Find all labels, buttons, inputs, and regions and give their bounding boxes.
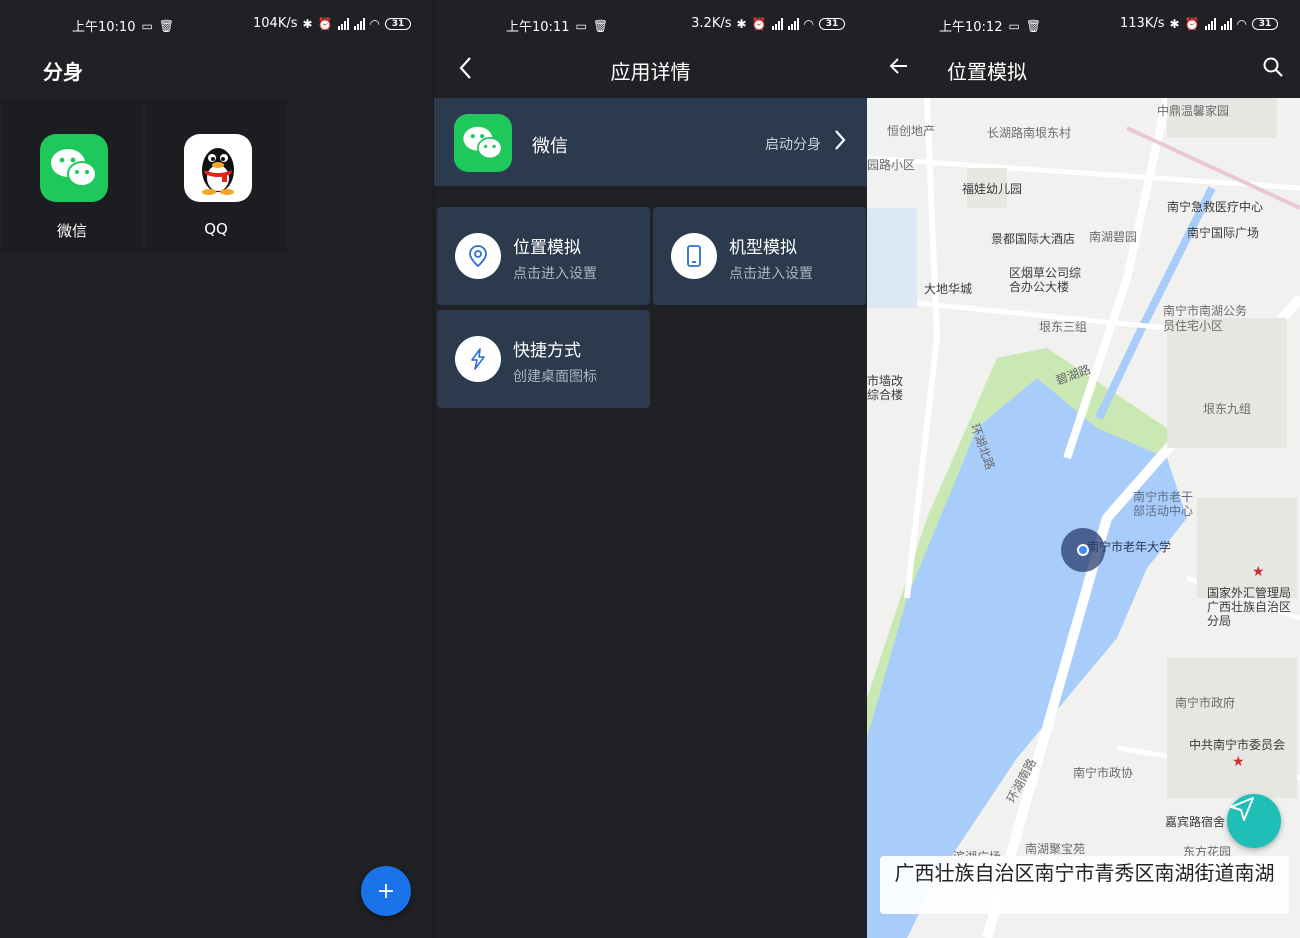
- map-label: 垠东三组: [1039, 320, 1088, 334]
- wechat-icon: [40, 134, 108, 202]
- map-label: 市墙改综合楼: [867, 374, 904, 402]
- location-pin-icon: [455, 233, 501, 279]
- navigation-arrow-icon: [1230, 797, 1254, 821]
- bluetooth-icon: ✱: [302, 16, 313, 31]
- signal-icon: [1220, 17, 1232, 30]
- network-speed: 104K/s: [253, 16, 298, 31]
- phone-icon: [671, 233, 717, 279]
- map-label: 中鼎温馨家园: [1157, 104, 1230, 118]
- wifi-icon: ◠: [1236, 16, 1247, 31]
- trash-icon: 🗑: [158, 18, 175, 33]
- svg-text:★: ★: [1232, 754, 1245, 770]
- status-time: 上午10:12: [939, 20, 1003, 35]
- map-label: 恒创地产: [887, 124, 936, 138]
- app-bar: 位置模拟: [867, 50, 1300, 90]
- qq-penguin-icon: [184, 134, 252, 202]
- card-title: 机型模拟: [729, 238, 797, 258]
- message-icon: ▭: [141, 18, 153, 33]
- address-display: 广西壮族自治区南宁市青秀区南湖街道南湖: [880, 856, 1289, 914]
- bluetooth-icon: ✱: [736, 16, 747, 31]
- chevron-right-icon: [833, 128, 847, 158]
- trash-icon: 🗑: [592, 18, 609, 33]
- clone-list-screen: 上午10:10 ▭ 🗑 104K/s ✱ ⏰ ◠ 31 分身 微信 QQ +: [0, 0, 433, 938]
- card-subtitle: 点击进入设置: [729, 266, 813, 282]
- page-title: 分身: [43, 60, 83, 84]
- map-label: 南宁市南湖公务员住宅小区: [1163, 304, 1248, 333]
- arrow-left-icon[interactable]: [887, 54, 911, 84]
- card-subtitle: 点击进入设置: [513, 266, 597, 282]
- status-bar: 上午10:11 ▭ 🗑 3.2K/s ✱ ⏰ ◠ 31: [434, 12, 867, 38]
- battery-icon: 31: [1252, 17, 1278, 30]
- card-title: 位置模拟: [513, 238, 581, 258]
- battery-icon: 31: [385, 17, 411, 30]
- page-title: 位置模拟: [947, 60, 1027, 84]
- map-label: 垠东九组: [1203, 402, 1252, 416]
- message-icon: ▭: [575, 18, 587, 33]
- shortcut-card[interactable]: 快捷方式 创建桌面图标: [437, 310, 650, 408]
- map-label: 南宁市政府: [1175, 696, 1236, 710]
- status-bar: 上午10:12 ▭ 🗑 113K/s ✱ ⏰ ◠ 31: [867, 12, 1300, 38]
- status-bar: 上午10:10 ▭ 🗑 104K/s ✱ ⏰ ◠ 31: [0, 12, 433, 38]
- message-icon: ▭: [1008, 18, 1020, 33]
- search-icon[interactable]: [1262, 56, 1284, 82]
- map-label: 南湖碧园: [1089, 230, 1138, 244]
- signal-icon: [771, 17, 783, 30]
- alarm-icon: ⏰: [1184, 16, 1200, 31]
- map-label: 南湖聚宝苑: [1025, 842, 1086, 856]
- map-label: 南宁国际广场: [1187, 226, 1260, 240]
- map-label: 嘉宾路宿舍: [1165, 815, 1226, 829]
- location-simulation-card[interactable]: 位置模拟 点击进入设置: [437, 207, 650, 305]
- location-dot-icon: [1077, 544, 1089, 556]
- alarm-icon: ⏰: [317, 16, 333, 31]
- add-clone-button[interactable]: +: [361, 866, 411, 916]
- app-detail-screen: 上午10:11 ▭ 🗑 3.2K/s ✱ ⏰ ◠ 31 应用详情 微信 启动分身…: [433, 0, 867, 938]
- app-name: 微信: [532, 136, 568, 157]
- signal-icon: [337, 17, 349, 30]
- wechat-icon: [454, 114, 512, 172]
- app-bar: 应用详情: [434, 50, 867, 90]
- signal-icon: [1204, 17, 1216, 30]
- bluetooth-icon: ✱: [1169, 16, 1180, 31]
- network-speed: 113K/s: [1120, 16, 1165, 31]
- signal-icon: [787, 17, 799, 30]
- app-label-qq: QQ: [204, 220, 228, 238]
- lightning-icon: [455, 336, 501, 382]
- launch-clone-label: 启动分身: [765, 137, 821, 153]
- navigate-button[interactable]: [1227, 794, 1281, 848]
- signal-icon: [353, 17, 365, 30]
- map-label: 南宁市政协: [1073, 766, 1134, 780]
- current-location-marker[interactable]: [1061, 528, 1105, 572]
- card-title: 快捷方式: [513, 341, 581, 361]
- device-simulation-card[interactable]: 机型模拟 点击进入设置: [653, 207, 866, 305]
- alarm-icon: ⏰: [751, 16, 767, 31]
- map-label: 南宁急救医疗中心: [1167, 200, 1264, 214]
- svg-text:★: ★: [1252, 564, 1265, 580]
- app-label-wechat: 微信: [56, 222, 87, 240]
- map-label: 大地华城: [924, 282, 973, 296]
- map-label: 福娃幼儿园: [962, 182, 1023, 196]
- map-label: 南宁市老干部活动中心: [1133, 490, 1194, 518]
- location-simulation-screen: 上午10:12 ▭ 🗑 113K/s ✱ ⏰ ◠ 31 位置模拟 ★ ★ 中鼎温…: [867, 0, 1300, 938]
- map-label: 园路小区: [867, 158, 916, 172]
- page-title: 应用详情: [610, 60, 691, 84]
- map-label: 中共南宁市委员会: [1189, 738, 1286, 752]
- wifi-icon: ◠: [803, 16, 814, 31]
- trash-icon: 🗑: [1025, 18, 1042, 33]
- network-speed: 3.2K/s: [691, 16, 732, 31]
- card-subtitle: 创建桌面图标: [513, 369, 597, 385]
- map-label: 景都国际大酒店: [991, 232, 1076, 246]
- wifi-icon: ◠: [369, 16, 380, 31]
- map-label: 区烟草公司综合办公大楼: [1009, 266, 1082, 294]
- map-view[interactable]: ★ ★ 中鼎温馨家园 长湖路南垠东村 恒创地产 园路小区 福娃幼儿园 南宁急救医…: [867, 98, 1300, 938]
- status-time: 上午10:11: [506, 20, 570, 35]
- map-label: 长湖路南垠东村: [987, 126, 1072, 140]
- battery-icon: 31: [819, 17, 845, 30]
- map-label: 国家外汇管理局广西壮族自治区分局: [1207, 586, 1292, 628]
- status-time: 上午10:10: [72, 20, 136, 35]
- launch-clone-row[interactable]: 微信 启动分身: [434, 98, 867, 186]
